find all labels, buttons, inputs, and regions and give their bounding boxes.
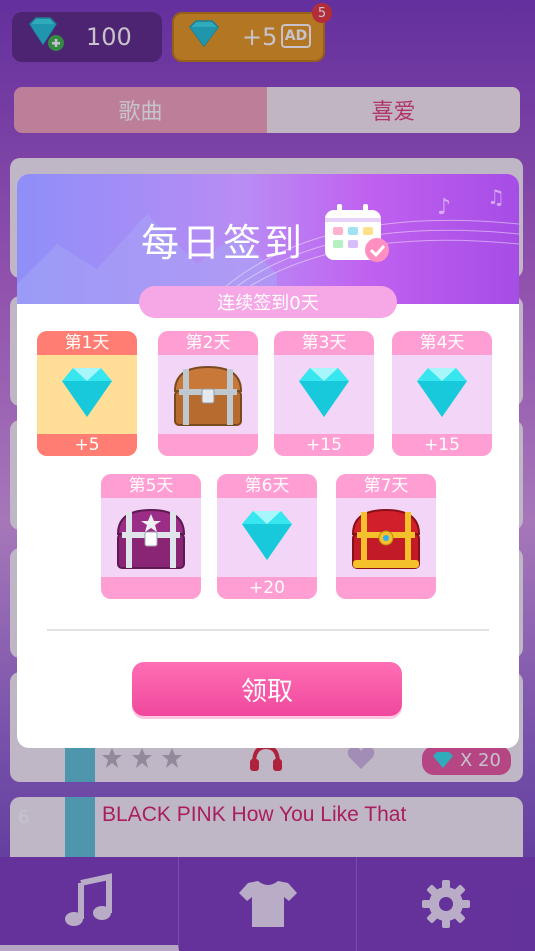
day-reward-5[interactable]: 第5天: [101, 474, 201, 599]
day-amount: +15: [274, 434, 374, 456]
day-amount: [101, 577, 201, 599]
day-label: 第6天: [217, 474, 317, 498]
wooden-chest-icon: [169, 361, 247, 435]
divider: [47, 629, 489, 631]
day-label: 第1天: [37, 331, 137, 355]
daily-checkin-dialog: ♪ ♫ 每日签到 连续签到0天 第1天 +5 第2天 第3天 +15 第4天 +…: [17, 174, 519, 748]
svg-text:♫: ♫: [487, 185, 505, 209]
day-amount: [336, 577, 436, 599]
purple-chest-icon: [112, 504, 190, 578]
day-amount: +5: [37, 434, 137, 456]
gem-icon: [59, 365, 115, 423]
day-label: 第5天: [101, 474, 201, 498]
gold-chest-icon: [347, 504, 425, 578]
calendar-check-icon: [323, 202, 393, 270]
checkin-streak: 连续签到0天: [139, 286, 397, 318]
day-reward-1[interactable]: 第1天 +5: [37, 331, 137, 456]
svg-text:♪: ♪: [437, 195, 451, 220]
dialog-title: 每日签到: [141, 221, 306, 265]
dialog-header: ♪ ♫ 每日签到: [17, 174, 519, 304]
claim-button[interactable]: 领取: [132, 662, 402, 716]
gem-icon: [414, 365, 470, 423]
day-label: 第2天: [158, 331, 258, 355]
day-reward-3[interactable]: 第3天 +15: [274, 331, 374, 456]
day-label: 第3天: [274, 331, 374, 355]
day-label: 第4天: [392, 331, 492, 355]
day-label: 第7天: [336, 474, 436, 498]
day-amount: +20: [217, 577, 317, 599]
day-reward-4[interactable]: 第4天 +15: [392, 331, 492, 456]
gem-icon: [296, 365, 352, 423]
gem-icon: [239, 508, 295, 566]
day-reward-6[interactable]: 第6天 +20: [217, 474, 317, 599]
day-reward-7[interactable]: 第7天: [336, 474, 436, 599]
day-amount: +15: [392, 434, 492, 456]
day-amount: [158, 434, 258, 456]
day-reward-2[interactable]: 第2天: [158, 331, 258, 456]
